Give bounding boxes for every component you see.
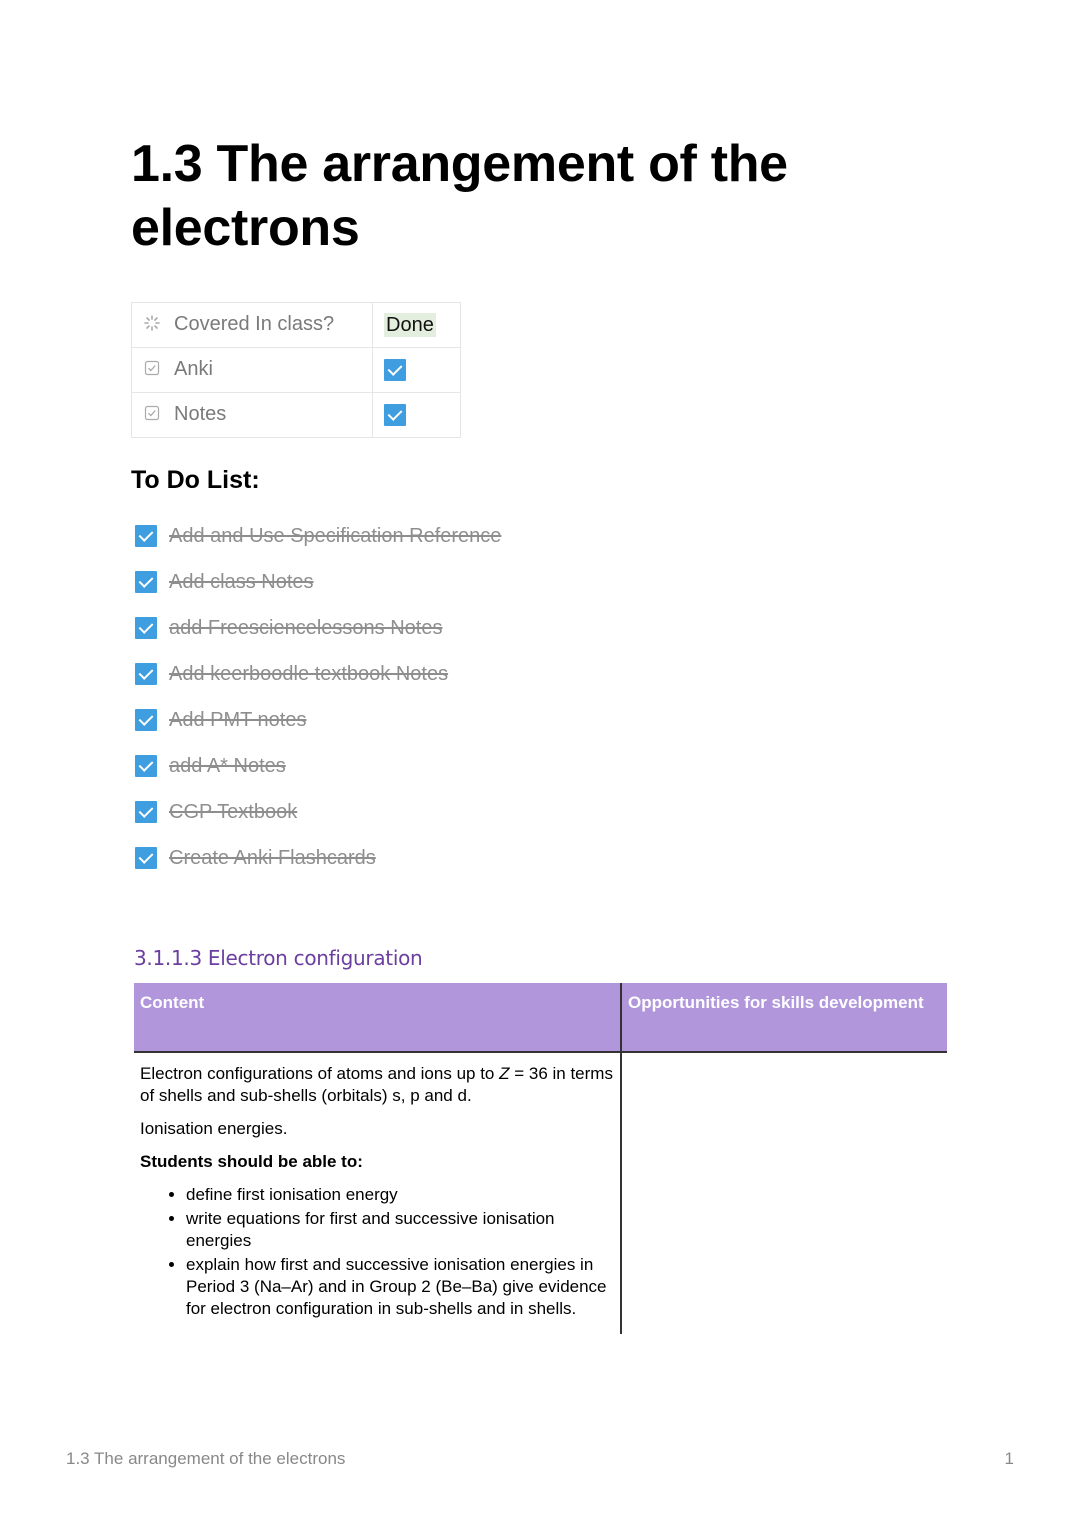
spec-paragraph: Ionisation energies. [140,1119,288,1138]
property-label: Anki [174,358,213,381]
todo-checkbox[interactable] [135,525,157,547]
page-title: 1.3 The arrangement of the electrons [131,135,788,257]
spec-body-row: Electron configurations of atoms and ion… [134,1052,947,1334]
spec-text: Z [499,1064,510,1083]
todo-item: CGP Textbook [135,789,501,835]
todo-text[interactable]: CGP Textbook [169,801,297,824]
todo-checkbox[interactable] [135,663,157,685]
spec-bullets: define first ionisation energy write equ… [140,1184,614,1320]
spec-table: Content Opportunities for skills develop… [134,983,947,1334]
todo-checkbox[interactable] [135,571,157,593]
status-badge: Done [384,312,436,337]
todo-item: Add PMT notes [135,697,501,743]
content-column-header: Content [134,983,622,1053]
spec-bullet: write equations for first and successive… [186,1208,614,1252]
todo-list: Add and Use Specification Reference Add … [135,513,501,881]
property-key[interactable]: Covered In class? [131,302,373,348]
todo-item: add Freesciencelessons Notes [135,605,501,651]
property-row: Covered In class? Done [131,302,461,348]
skills-cell [621,1052,947,1334]
todo-checkbox[interactable] [135,801,157,823]
todo-text[interactable]: Add class Notes [169,571,314,594]
todo-checkbox[interactable] [135,847,157,869]
todo-checkbox[interactable] [135,617,157,639]
todo-checkbox[interactable] [135,709,157,731]
checkbox-property-icon [144,359,160,382]
checkbox-checked[interactable] [384,359,406,382]
property-row: Anki [131,347,461,393]
todo-item: add A* Notes [135,743,501,789]
status-value[interactable]: Done [372,302,461,348]
todo-text[interactable]: Add and Use Specification Reference [169,525,501,548]
spec-header-row: Content Opportunities for skills develop… [134,983,947,1053]
spec-bullet: define first ionisation energy [186,1184,614,1206]
skills-column-header: Opportunities for skills development [621,983,947,1053]
todo-heading: To Do List: [131,466,260,494]
todo-item: Add keerboodle textbook Notes [135,651,501,697]
spec-text: Electron configurations of atoms and ion… [140,1064,500,1083]
content-cell: Electron configurations of atoms and ion… [134,1052,622,1334]
property-label: Covered In class? [174,313,335,336]
property-row: Notes [131,392,461,438]
todo-text[interactable]: Add keerboodle textbook Notes [169,663,448,686]
spec-heading: 3.1.1.3 Electron configuration [134,946,423,970]
checkbox-checked[interactable] [384,404,406,427]
todo-text[interactable]: Create Anki Flashcards [169,847,376,870]
todo-item: Add and Use Specification Reference [135,513,501,559]
properties-table: Covered In class? Done Anki Notes [131,302,461,438]
todo-text[interactable]: add A* Notes [169,755,286,778]
property-key[interactable]: Notes [131,392,373,438]
spec-paragraph: Electron configurations of atoms and ion… [140,1063,614,1107]
todo-text[interactable]: add Freesciencelessons Notes [169,617,442,640]
footer-title: 1.3 The arrangement of the electrons [66,1449,346,1468]
todo-checkbox[interactable] [135,755,157,777]
todo-item: Add class Notes [135,559,501,605]
spec-subheading: Students should be able to: [140,1152,363,1171]
todo-item: Create Anki Flashcards [135,835,501,881]
page-number: 1 [1004,1449,1014,1468]
anki-value[interactable] [372,347,461,393]
property-label: Notes [174,403,227,426]
property-key[interactable]: Anki [131,347,373,393]
notes-value[interactable] [372,392,461,438]
todo-text[interactable]: Add PMT notes [169,709,306,732]
loading-status-icon [144,314,160,337]
spec-bullet: explain how first and successive ionisat… [186,1254,614,1320]
checkbox-property-icon [144,404,160,427]
